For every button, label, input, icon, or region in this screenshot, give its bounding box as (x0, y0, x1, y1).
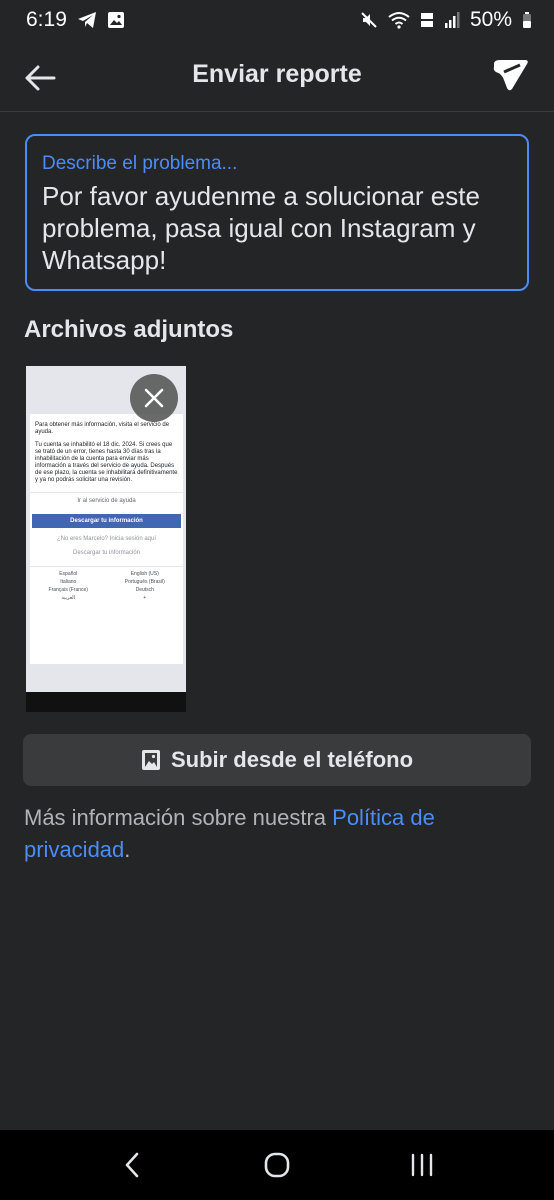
nav-back-button[interactable] (107, 1140, 157, 1190)
description-field[interactable]: Describe el problema... Por favor ayuden… (25, 134, 529, 291)
nav-recents-button[interactable] (397, 1140, 447, 1190)
send-button[interactable] (492, 58, 532, 98)
system-nav-bar (0, 1130, 554, 1200)
page-title: Enviar reporte (192, 60, 362, 88)
status-time: 6:19 (26, 8, 67, 31)
preview-lang: English (US) (130, 571, 159, 577)
preview-lang: Italiano (60, 579, 77, 585)
volte-icon (420, 13, 433, 27)
privacy-info: Más información sobre nuestra Política d… (24, 802, 524, 866)
preview-lang: Español (59, 571, 78, 577)
privacy-end: . (124, 837, 131, 862)
thumbnail-page: Para obtener más información, visita el … (30, 414, 183, 664)
app-header: Enviar reporte (0, 40, 554, 112)
preview-lang: Deutsch (135, 587, 154, 593)
status-bar: 6:19 50% (0, 0, 554, 40)
preview-lang: Português (Brasil) (124, 579, 165, 585)
thumbnail-bottom-bar (26, 692, 186, 712)
close-icon (144, 388, 164, 408)
preview-lang: العربية (61, 595, 76, 601)
privacy-text: Más información sobre nuestra (24, 805, 333, 830)
send-icon (493, 60, 528, 91)
status-bar-right: 50% (360, 8, 532, 32)
upload-from-phone-button[interactable]: Subir desde el teléfono (23, 734, 531, 786)
battery-percent: 50% (469, 8, 512, 31)
telegram-icon (77, 12, 96, 28)
gallery-icon (107, 12, 124, 28)
recents-icon (411, 1153, 432, 1177)
battery-icon (523, 12, 531, 28)
wifi-icon (388, 12, 410, 29)
preview-not-you: ¿No eres Marcelo? Inicia sesión aquí (56, 536, 157, 542)
home-circle-icon (264, 1152, 290, 1178)
preview-lang: Français (France) (48, 587, 88, 593)
upload-label: Subir desde el teléfono (170, 747, 414, 772)
description-value: Por favor ayudenme a solucionar este pro… (42, 181, 480, 275)
description-placeholder: Describe el problema... (42, 153, 238, 174)
status-bar-left: 6:19 (26, 8, 125, 32)
preview-languages: Español English (US) Italiano Português … (30, 566, 183, 601)
nav-home-button[interactable] (252, 1140, 302, 1190)
attachments-title: Archivos adjuntos (24, 316, 234, 343)
image-icon (141, 750, 160, 770)
preview-help-link: Ir al servicio de ayuda (30, 492, 183, 504)
signal-icon (444, 12, 460, 28)
mute-icon (361, 12, 377, 28)
preview-line-2: Tu cuenta se inhabilitó el 18 dic. 2024.… (35, 442, 178, 483)
remove-attachment-button[interactable] (130, 374, 178, 422)
preview-download-link: Descargar tu información (72, 550, 141, 556)
preview-lang: + (143, 595, 147, 601)
chevron-left-icon (126, 1152, 139, 1178)
preview-download-button: Descargar tu información (32, 514, 181, 528)
preview-line-1: Para obtener más información, visita el … (35, 422, 170, 435)
